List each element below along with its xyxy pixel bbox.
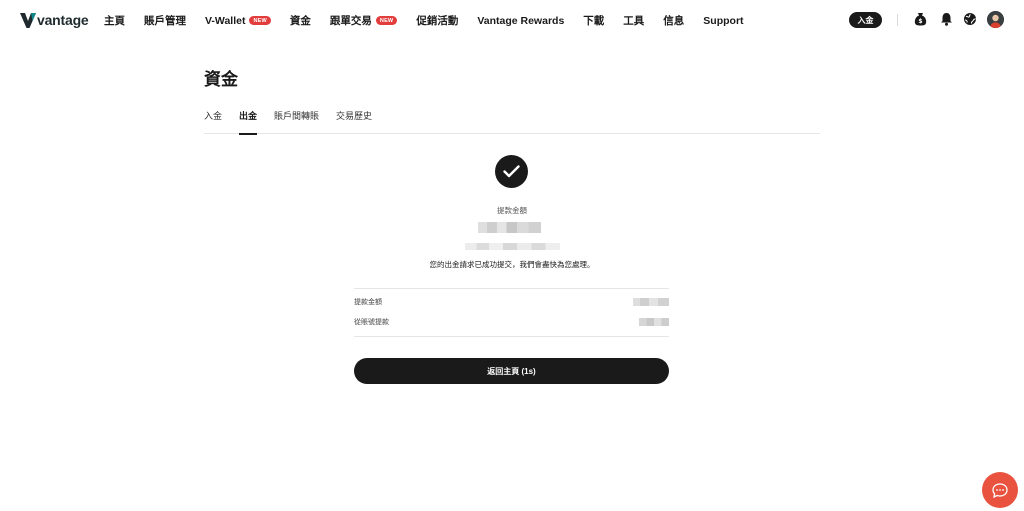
nav-item-vantage-rewards[interactable]: Vantage Rewards <box>477 15 564 27</box>
nav-label: 資金 <box>289 15 311 27</box>
back-to-home-button[interactable]: 返回主頁 (1s) <box>354 358 669 384</box>
nav-item-copy-trading[interactable]: 跟單交易 NEW <box>329 13 398 28</box>
check-circle-icon <box>495 155 528 188</box>
main-nav: 主頁 賬戶管理 V-Wallet NEW 資金 跟單交易 NEW 促銷活動 Vant… <box>104 13 763 28</box>
tab-deposit[interactable]: 入金 <box>204 110 222 134</box>
deposit-button[interactable]: 入金 <box>849 12 882 28</box>
nav-label: 促銷活動 <box>416 15 459 27</box>
chat-bubble-icon[interactable] <box>982 472 1018 508</box>
brand-name: vantage <box>37 12 89 28</box>
nav-item-download[interactable]: 下載 <box>583 13 604 28</box>
nav-label: 主頁 <box>104 15 125 27</box>
funds-tabs: 入金 出金 賬戶間轉賬 交易歷史 <box>204 110 820 135</box>
detail-label: 從賬號提款 <box>354 319 389 326</box>
vantage-logo[interactable]: vantage <box>20 11 89 29</box>
withdraw-amount-label: 提款金額 <box>497 206 527 215</box>
nav-item-funds[interactable]: 資金 <box>290 13 311 28</box>
page-title: 資金 <box>204 70 238 89</box>
new-badge: NEW <box>249 16 271 25</box>
redacted-amount <box>478 222 541 233</box>
nav-label: Vantage Rewards <box>477 14 565 27</box>
globe-icon[interactable] <box>963 12 977 26</box>
tab-internal-transfer[interactable]: 賬戶間轉賬 <box>274 110 319 134</box>
nav-divider <box>897 14 898 26</box>
redacted-value <box>639 318 669 326</box>
withdraw-details: 提款金額 從賬號提款 <box>354 288 669 337</box>
nav-label: 工具 <box>623 15 645 27</box>
user-avatar-icon[interactable] <box>987 11 1004 28</box>
nav-item-messages[interactable]: 信息 <box>663 13 684 28</box>
tab-withdraw[interactable]: 出金 <box>239 110 258 135</box>
nav-label: 下載 <box>583 15 605 27</box>
nav-item-account-management[interactable]: 賬戶管理 <box>144 13 186 28</box>
money-bag-icon[interactable]: $ <box>913 12 927 26</box>
svg-text:$: $ <box>918 18 922 25</box>
nav-label: 賬戶管理 <box>144 15 186 27</box>
detail-row-from-account: 從賬號提款 <box>354 317 669 327</box>
nav-label: 信息 <box>663 15 685 27</box>
new-badge: NEW <box>375 16 398 25</box>
redacted-value <box>633 298 669 306</box>
detail-row-amount: 提款金額 <box>354 297 669 307</box>
tab-transaction-history[interactable]: 交易歷史 <box>336 110 372 134</box>
detail-label: 提款金額 <box>354 299 382 306</box>
redacted-account-info <box>465 243 560 250</box>
nav-item-v-wallet[interactable]: V-Wallet NEW <box>205 15 271 27</box>
bell-icon[interactable] <box>939 12 953 26</box>
nav-item-support[interactable]: Support <box>703 15 743 27</box>
nav-item-tools[interactable]: 工具 <box>623 13 644 28</box>
nav-label: Support <box>703 14 744 27</box>
top-navigation-bar: vantage 主頁 賬戶管理 V-Wallet NEW 資金 跟單交易 NEW 促… <box>0 0 1024 40</box>
nav-item-promotions[interactable]: 促銷活動 <box>416 13 458 28</box>
nav-label: 跟單交易 <box>329 15 372 27</box>
nav-item-home[interactable]: 主頁 <box>104 13 125 28</box>
success-message: 您的出金請求已成功提交，我們會盡快為您處理。 <box>429 260 595 269</box>
vantage-logo-mark-icon <box>20 12 36 28</box>
nav-label: V-Wallet <box>205 14 246 27</box>
